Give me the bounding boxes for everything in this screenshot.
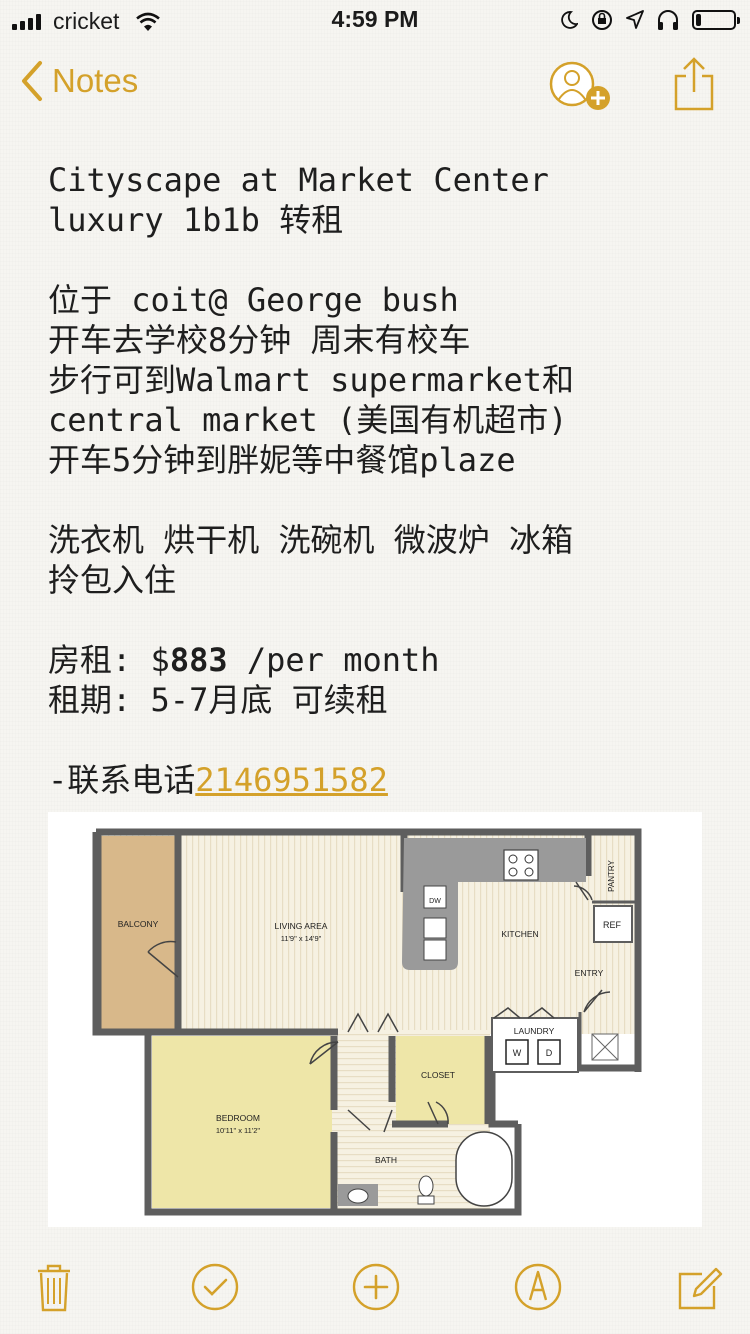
- laundry-label: LAUNDRY: [514, 1026, 555, 1036]
- compose-icon[interactable]: [676, 1262, 724, 1312]
- rotation-lock-icon: [592, 10, 612, 30]
- back-label: Notes: [52, 62, 139, 99]
- living-area-label: LIVING AREA: [275, 921, 328, 931]
- balcony-area: [100, 836, 176, 1032]
- rent-amount: 883: [169, 641, 228, 679]
- checklist-icon[interactable]: [190, 1262, 240, 1312]
- contact-prefix: -联系电话: [48, 761, 196, 799]
- shopping-line: central market (美国有机超市): [48, 401, 568, 439]
- note-body[interactable]: Cityscape at Market Center luxury 1b1b 转…: [48, 160, 728, 800]
- bath-label: BATH: [375, 1155, 397, 1165]
- balcony-label: BALCONY: [118, 919, 159, 929]
- amenities-line: 洗衣机 烘干机 洗碗机 微波炉 冰箱: [48, 521, 574, 559]
- bedroom-label: BEDROOM: [216, 1113, 260, 1123]
- living-area-dims: 11'9" x 14'9": [281, 934, 322, 943]
- note-title-line: luxury 1b1b 转租: [48, 201, 344, 239]
- rent-line: 房租: $883 /per month: [48, 640, 728, 680]
- shopping-line: 步行可到Walmart supermarket和: [48, 361, 575, 399]
- add-icon[interactable]: [351, 1262, 401, 1312]
- back-button[interactable]: Notes: [20, 60, 138, 102]
- add-person-icon[interactable]: [548, 58, 618, 116]
- location-icon: [626, 10, 644, 29]
- location-line: 位于 coit@ George bush: [48, 281, 459, 319]
- kitchen-label: KITCHEN: [501, 929, 538, 939]
- headphones-icon: [658, 10, 678, 30]
- dryer-label: D: [546, 1048, 553, 1058]
- note-title-line: Cityscape at Market Center: [48, 161, 549, 199]
- markup-icon[interactable]: [513, 1262, 563, 1312]
- bottom-toolbar: [0, 1250, 750, 1334]
- status-right: [560, 9, 740, 31]
- bedroom-dims: 10'11" x 11'2": [216, 1126, 261, 1135]
- amenities-line: 拎包入住: [48, 561, 177, 599]
- rent-suffix: /per month: [227, 641, 440, 679]
- contact-line: -联系电话2146951582: [48, 760, 728, 800]
- status-bar: cricket 4:59 PM: [0, 0, 750, 40]
- nav-bar: Notes: [0, 52, 750, 122]
- dw-label: DW: [429, 898, 441, 905]
- rent-prefix: 房租: $: [48, 641, 170, 679]
- closet-label: CLOSET: [421, 1070, 455, 1080]
- restaurant-line: 开车5分钟到胖妮等中餐馆plaze: [48, 441, 516, 479]
- floorplan-image[interactable]: BALCONY LIVING AREA 11'9" x 14'9" KITCHE…: [48, 812, 702, 1227]
- share-icon[interactable]: [672, 56, 716, 112]
- battery-icon: [692, 10, 740, 30]
- ref-label: REF: [603, 920, 622, 930]
- trash-icon[interactable]: [36, 1262, 72, 1314]
- entry-label: ENTRY: [575, 968, 604, 978]
- washer-label: W: [513, 1048, 522, 1058]
- moon-icon: [561, 11, 578, 29]
- pantry-label: PANTRY: [607, 859, 616, 891]
- lease-line: 租期: 5-7月底 可续租: [48, 681, 388, 719]
- phone-link[interactable]: 2146951582: [195, 761, 388, 799]
- chevron-left-icon: [22, 61, 42, 101]
- closet-area: [396, 1036, 488, 1124]
- commute-line: 开车去学校8分钟 周末有校车: [48, 321, 471, 359]
